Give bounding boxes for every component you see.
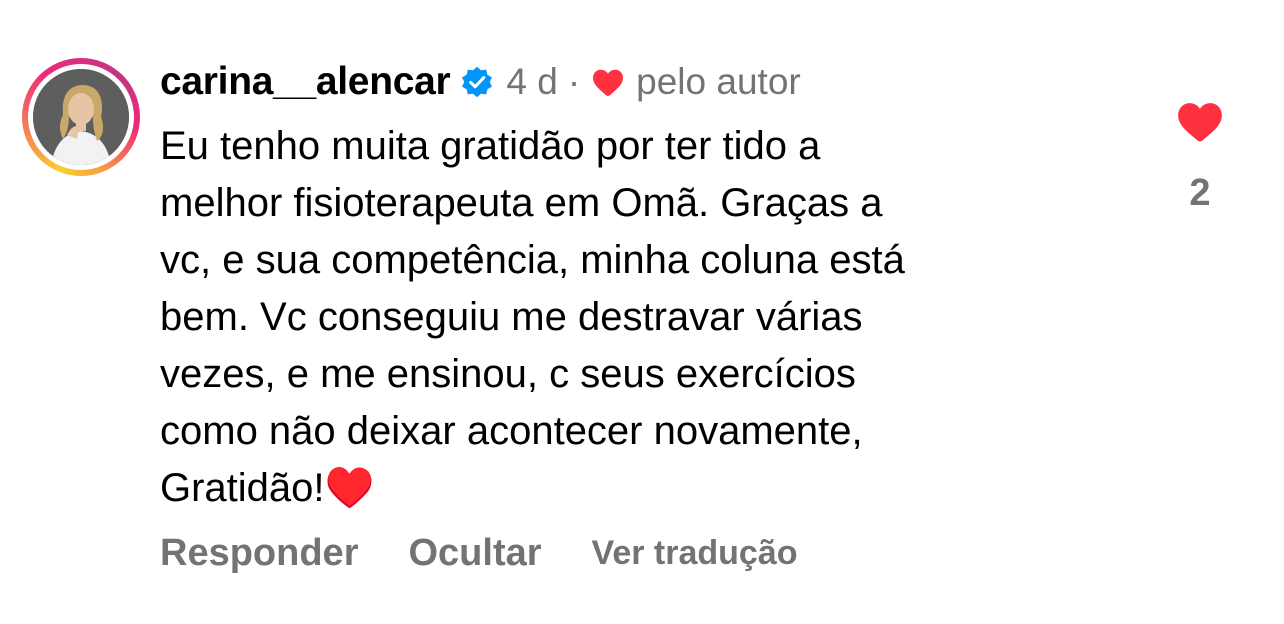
see-translation-button[interactable]: Ver tradução bbox=[592, 534, 798, 573]
comment-actions: Responder Ocultar Ver tradução bbox=[160, 532, 848, 575]
comment: carina__alencar 4 d · pelo autor Eu tenh… bbox=[0, 0, 1284, 624]
like-count: 2 bbox=[1189, 172, 1211, 214]
verified-badge-icon bbox=[460, 65, 494, 99]
comment-timestamp: 4 d bbox=[506, 61, 558, 102]
like-heart-icon[interactable] bbox=[1175, 98, 1225, 144]
liked-by-author-label: pelo autor bbox=[636, 61, 801, 102]
comment-text: Eu tenho muita gratidão por ter tido a m… bbox=[160, 124, 905, 510]
story-ring[interactable] bbox=[22, 58, 140, 176]
reply-button[interactable]: Responder bbox=[160, 532, 358, 575]
author-liked-heart-icon bbox=[590, 64, 626, 100]
hide-button[interactable]: Ocultar bbox=[408, 532, 541, 575]
avatar-frame bbox=[28, 64, 134, 170]
comment-header: carina__alencar 4 d · pelo autor bbox=[160, 58, 801, 106]
avatar-photo bbox=[33, 69, 129, 165]
meta-separator: · bbox=[567, 61, 581, 102]
avatar[interactable] bbox=[33, 69, 129, 165]
username-link[interactable]: carina__alencar bbox=[160, 60, 451, 104]
